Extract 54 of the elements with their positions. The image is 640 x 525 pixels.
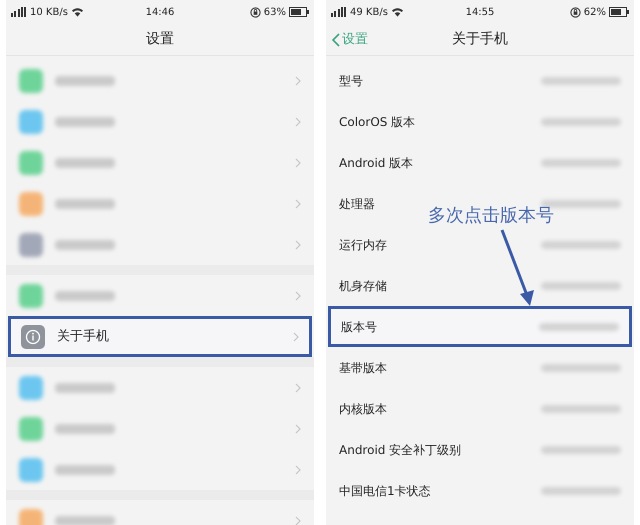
info-icon [21, 324, 45, 348]
row-label: 版本号 [341, 318, 377, 336]
chevron-icon [295, 198, 301, 208]
wifi-icon [390, 7, 404, 17]
chevron-icon [295, 240, 301, 250]
signal-icon [331, 7, 347, 17]
clock: 14:55 [464, 6, 496, 20]
rotation-lock-icon [250, 6, 261, 18]
network-speed: 49 KB/s [350, 6, 388, 20]
blurred-label [55, 382, 115, 392]
row-label: Android 安全补丁级别 [339, 442, 462, 458]
row-label: 型号 [339, 72, 363, 90]
chevron-icon [295, 516, 301, 525]
blurred-label [55, 516, 115, 525]
chevron-icon [295, 424, 301, 434]
row-label: 处理器 [339, 196, 375, 212]
chevron-icon [295, 382, 301, 392]
screen-title: 关于手机 [452, 30, 508, 49]
blurred-label [55, 464, 115, 474]
network-speed: 10 KB/s [30, 6, 68, 20]
blurred-label [55, 76, 115, 86]
clock: 14:46 [144, 6, 176, 20]
annotation-text: 多次点击版本号 [428, 204, 554, 228]
wifi-icon [70, 7, 84, 17]
chevron-icon [295, 76, 301, 86]
rotation-lock-icon [570, 6, 581, 18]
blurred-label [55, 240, 115, 250]
row-label: 中国电信1卡状态 [339, 482, 431, 500]
blurred-label [55, 198, 115, 208]
row-label: 基带版本 [339, 360, 387, 376]
signal-icon [11, 7, 27, 17]
chevron-icon [295, 116, 301, 126]
blurred-label [55, 158, 115, 168]
row-label: 运行内存 [339, 236, 387, 254]
row-label: Android 版本 [339, 154, 414, 172]
battery-percent: 63% [264, 6, 286, 20]
chevron-icon [295, 464, 301, 474]
list-row[interactable]: 版本号 [328, 306, 632, 347]
screen-title: 设置 [146, 30, 174, 49]
list-row[interactable]: 关于手机 [8, 316, 312, 357]
battery-percent: 62% [584, 6, 606, 20]
chevron-icon [295, 290, 301, 300]
row-label: ColorOS 版本 [339, 114, 416, 130]
blurred-label [55, 116, 115, 126]
row-label: 机身存储 [339, 278, 387, 294]
blurred-label [55, 290, 115, 300]
chevron-icon [293, 332, 299, 342]
back-chevron-icon [332, 32, 340, 47]
row-label: 内核版本 [339, 400, 387, 418]
row-label: 关于手机 [57, 328, 109, 346]
chevron-icon [295, 158, 301, 168]
battery-icon [609, 7, 629, 17]
blurred-label [55, 424, 115, 434]
battery-icon [289, 7, 309, 17]
